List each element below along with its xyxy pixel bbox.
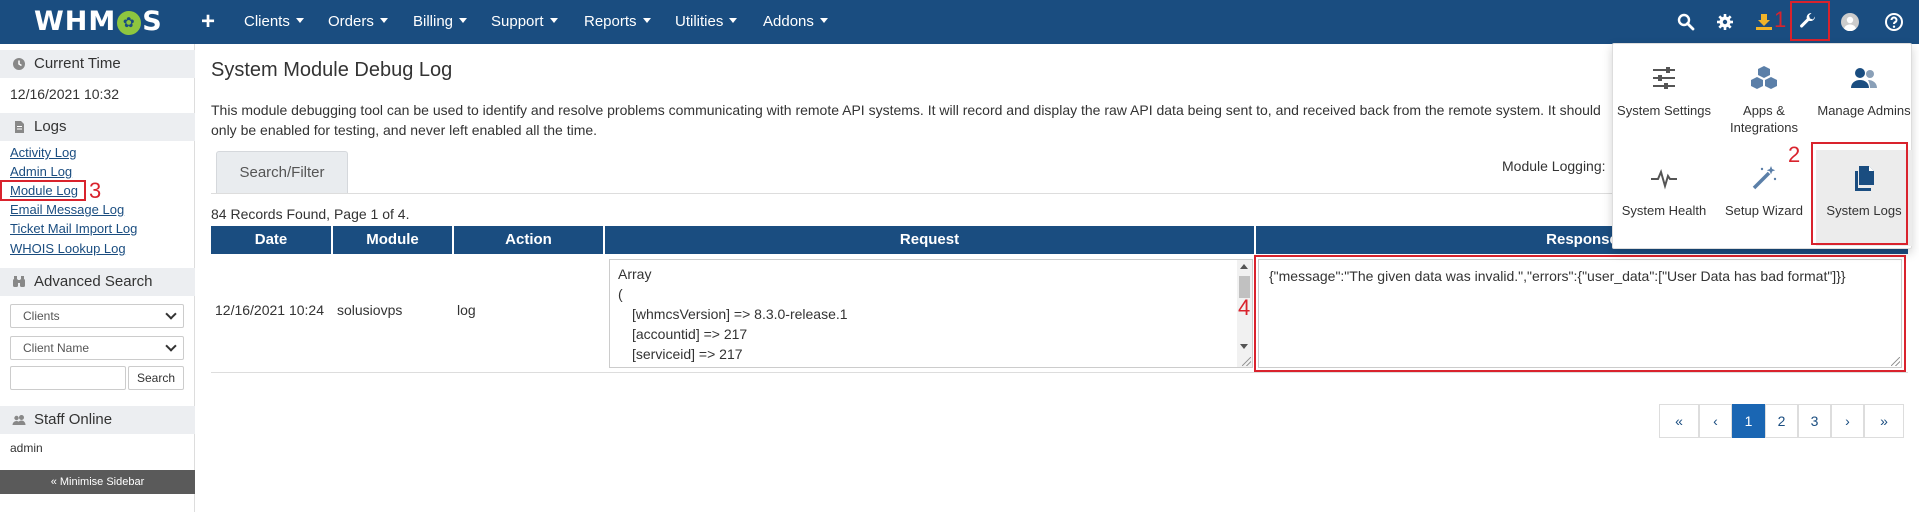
sidebar-link-admin-log[interactable]: Admin Log <box>10 164 72 180</box>
pagination-page-2[interactable]: 2 <box>1765 404 1798 438</box>
annotation-box-4 <box>1254 255 1906 372</box>
request-line: [whmcsVersion] => 8.3.0-release.1 <box>632 306 848 322</box>
resize-grip-icon[interactable] <box>1242 357 1251 366</box>
annotation-box-3 <box>0 180 86 201</box>
top-navbar: WHM ✿ S + Clients Orders Billing Support R… <box>0 0 1919 44</box>
help-icon[interactable] <box>1882 10 1906 34</box>
scroll-down-icon[interactable] <box>1240 344 1248 349</box>
caret-down-icon <box>729 18 738 23</box>
binoculars-icon <box>13 276 25 287</box>
clock-icon <box>13 58 25 70</box>
cubes-icon <box>1751 66 1777 89</box>
caret-down-icon <box>642 18 651 23</box>
staff-online-heading: Staff Online <box>0 406 195 434</box>
nav-support[interactable]: Support <box>491 13 558 31</box>
cell-action: log <box>457 302 476 318</box>
page-title: System Module Debug Log <box>211 59 453 81</box>
sidebar-link-activity-log[interactable]: Activity Log <box>10 145 76 161</box>
pagination-page-1[interactable]: 1 <box>1732 404 1765 438</box>
request-textarea[interactable]: Array ( [whmcsVersion] => 8.3.0-release.… <box>609 259 1253 368</box>
chevron-down-icon <box>165 340 177 352</box>
search-type-select[interactable]: Clients <box>10 304 184 328</box>
nav-billing[interactable]: Billing <box>413 13 468 31</box>
chevron-down-icon <box>165 308 177 320</box>
add-new-button[interactable]: + <box>201 9 215 35</box>
menu-item-system-health[interactable]: System Health <box>1616 150 1712 246</box>
caret-down-icon <box>819 18 828 23</box>
avatar[interactable] <box>1838 10 1862 34</box>
annotation-label-4: 4 <box>1238 295 1251 320</box>
download-icon[interactable] <box>1752 10 1776 34</box>
pagination-first[interactable]: « <box>1659 404 1699 438</box>
logs-heading: Logs <box>0 113 195 141</box>
gear-icon[interactable] <box>1713 10 1737 34</box>
minimise-sidebar-button[interactable]: « Minimise Sidebar <box>0 470 195 494</box>
staff-online-user: admin <box>10 441 43 455</box>
cell-date: 12/16/2021 10:24 <box>215 302 324 318</box>
cell-module: solusiovps <box>337 302 403 318</box>
caret-down-icon <box>549 18 558 23</box>
menu-item-system-settings[interactable]: System Settings <box>1616 50 1712 146</box>
nav-utilities[interactable]: Utilities <box>675 13 738 31</box>
sidebar-link-email-message-log[interactable]: Email Message Log <box>10 202 124 218</box>
nav-reports[interactable]: Reports <box>584 13 651 31</box>
menu-item-manage-admins[interactable]: Manage Admins <box>1816 50 1912 146</box>
column-header-request: Request <box>605 226 1254 254</box>
sidebar-link-ticket-mail-import-log[interactable]: Ticket Mail Import Log <box>10 221 137 237</box>
magic-wand-icon <box>1752 166 1777 190</box>
document-icon <box>15 121 24 133</box>
sidebar: Current Time 12/16/2021 10:32 Logs Activ… <box>0 44 195 512</box>
current-time-value: 12/16/2021 10:32 <box>10 86 119 102</box>
tab-search-filter[interactable]: Search/Filter <box>216 151 348 193</box>
pagination-prev[interactable]: ‹ <box>1699 404 1732 438</box>
annotation-box-1 <box>1790 1 1830 41</box>
users-icon <box>12 415 26 425</box>
users-icon <box>1851 68 1877 88</box>
column-header-action[interactable]: Action <box>454 226 603 254</box>
caret-down-icon <box>295 18 304 23</box>
search-input[interactable] <box>10 366 126 390</box>
nav-orders[interactable]: Orders <box>328 13 388 31</box>
current-time-heading: Current Time <box>0 50 195 78</box>
pagination-last[interactable]: » <box>1864 404 1904 438</box>
gear-logo-icon: ✿ <box>117 11 142 35</box>
request-line: Array <box>618 266 652 282</box>
annotation-box-2 <box>1811 142 1908 245</box>
search-button[interactable]: Search <box>128 366 184 390</box>
row-divider <box>211 372 1908 373</box>
advanced-search-heading: Advanced Search <box>0 268 195 296</box>
scroll-up-icon[interactable] <box>1240 264 1248 269</box>
search-field-select[interactable]: Client Name <box>10 336 184 360</box>
annotation-label-3: 3 <box>89 178 102 203</box>
pagination-page-3[interactable]: 3 <box>1798 404 1831 438</box>
column-header-module[interactable]: Module <box>333 226 452 254</box>
page-description: This module debugging tool can be used t… <box>211 102 1601 138</box>
request-line: ( <box>618 286 623 302</box>
caret-down-icon <box>379 18 388 23</box>
records-count: 84 Records Found, Page 1 of 4. <box>211 206 410 222</box>
column-header-date[interactable]: Date <box>211 226 331 254</box>
whmcs-logo[interactable]: WHM ✿ S <box>34 6 163 38</box>
module-logging-label: Module Logging: <box>1502 158 1606 174</box>
sliders-icon <box>1653 67 1675 89</box>
annotation-label-2: 2 <box>1788 142 1801 167</box>
caret-down-icon <box>459 18 468 23</box>
request-line: [accountid] => 217 <box>632 326 748 342</box>
annotation-label-1: 1 <box>1774 7 1787 32</box>
nav-clients[interactable]: Clients <box>244 13 304 31</box>
heartbeat-icon <box>1651 169 1677 190</box>
nav-addons[interactable]: Addons <box>763 13 828 31</box>
menu-item-apps-integrations[interactable]: Apps & Integrations <box>1716 50 1812 146</box>
pagination-next[interactable]: › <box>1831 404 1864 438</box>
search-icon[interactable] <box>1674 10 1698 34</box>
sidebar-link-whois-lookup-log[interactable]: WHOIS Lookup Log <box>10 241 126 257</box>
request-line: [serviceid] => 217 <box>632 346 743 362</box>
